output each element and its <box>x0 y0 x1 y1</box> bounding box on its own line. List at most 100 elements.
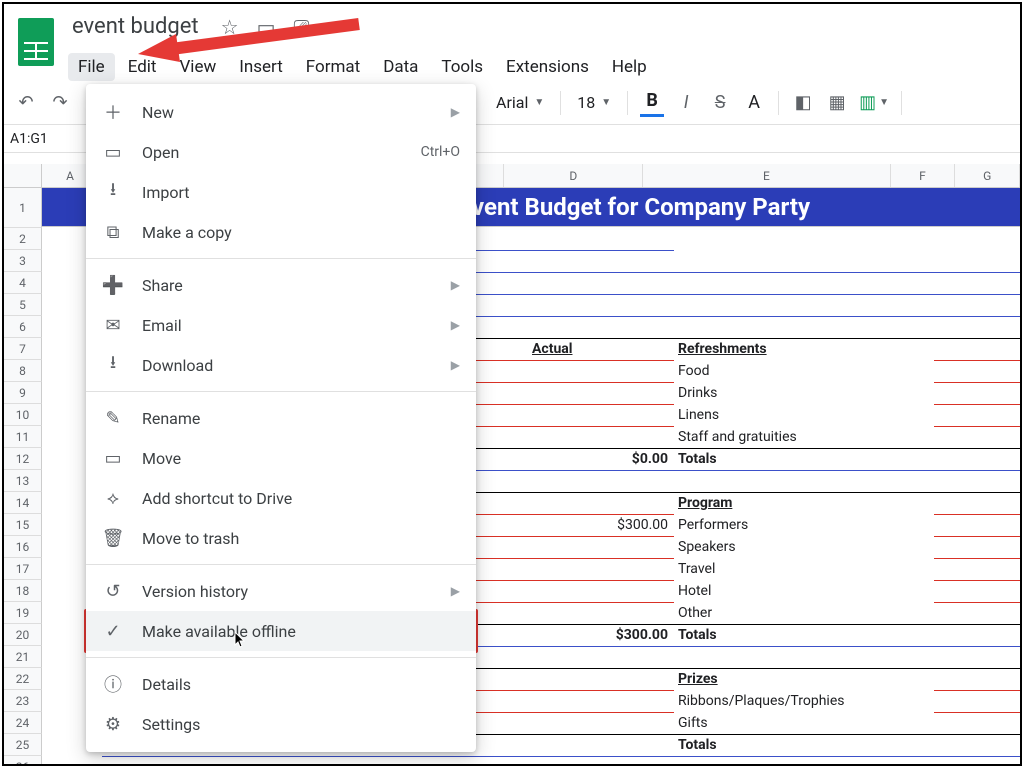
file-menu-settings[interactable]: ⚙Settings <box>86 704 476 744</box>
cell-E7[interactable]: Refreshments <box>674 338 934 360</box>
file-menu-details[interactable]: ⓘDetails <box>86 664 476 704</box>
row-header-19[interactable]: 19 <box>4 602 42 624</box>
row-header-16[interactable]: 16 <box>4 536 42 558</box>
cell-E25[interactable]: Totals <box>674 734 934 756</box>
sheets-logo-icon[interactable] <box>18 18 54 66</box>
cell-E23[interactable]: Ribbons/Plaques/Trophies <box>674 690 934 712</box>
row-header-21[interactable]: 21 <box>4 646 42 668</box>
col-header-F[interactable]: F <box>891 164 956 187</box>
row-header-13[interactable]: 13 <box>4 470 42 492</box>
menu-item-label: Move to trash <box>142 529 239 548</box>
row-header-20[interactable]: 20 <box>4 624 42 646</box>
row-header-15[interactable]: 15 <box>4 514 42 536</box>
row-header-8[interactable]: 8 <box>4 360 42 382</box>
cell-E22[interactable]: Prizes <box>674 668 934 690</box>
submenu-arrow-icon: ▶ <box>451 278 460 292</box>
row-header-14[interactable]: 14 <box>4 492 42 514</box>
file-menu-make-available-offline[interactable]: ✓Make available offline <box>86 611 476 651</box>
row-header-23[interactable]: 23 <box>4 690 42 712</box>
move-folder-icon[interactable]: ▭ <box>257 15 276 39</box>
file-menu-make-a-copy[interactable]: ⧉Make a copy <box>86 212 476 252</box>
cell-D15[interactable]: $300.00 <box>528 514 674 536</box>
cell-D20[interactable]: $300.00 <box>528 624 674 646</box>
file-menu-add-shortcut-to-drive[interactable]: ⟡Add shortcut to Drive <box>86 478 476 518</box>
font-picker[interactable]: Arial▼ <box>492 93 548 112</box>
undo-button[interactable]: ↶ <box>14 89 38 117</box>
row-header-3[interactable]: 3 <box>4 250 42 272</box>
menu-insert[interactable]: Insert <box>229 53 293 81</box>
file-menu-download[interactable]: ⭳Download▶ <box>86 345 476 385</box>
name-box[interactable] <box>4 129 76 149</box>
cell-E18[interactable]: Hotel <box>674 580 934 602</box>
row-header-10[interactable]: 10 <box>4 404 42 426</box>
col-header-G[interactable]: G <box>955 164 1020 187</box>
file-menu-open[interactable]: ▭OpenCtrl+O <box>86 132 476 172</box>
star-icon[interactable]: ☆ <box>221 15 239 39</box>
bold-button[interactable]: B <box>640 89 664 117</box>
menu-item-label: Download <box>142 356 213 375</box>
merge-button[interactable]: ▥▼ <box>859 89 889 117</box>
menu-item-label: Email <box>142 316 182 335</box>
fill-color-button[interactable]: ◧ <box>791 89 815 117</box>
select-all-corner[interactable] <box>4 164 42 188</box>
redo-button[interactable]: ↷ <box>48 89 72 117</box>
doc-title[interactable]: event budget <box>68 12 203 41</box>
row-header-5[interactable]: 5 <box>4 294 42 316</box>
file-menu-rename[interactable]: ✎Rename <box>86 398 476 438</box>
row-header-7[interactable]: 7 <box>4 338 42 360</box>
menu-edit[interactable]: Edit <box>118 53 167 81</box>
row-header-11[interactable]: 11 <box>4 426 42 448</box>
borders-button[interactable]: ▦ <box>825 89 849 117</box>
row-headers[interactable]: 1234567891011121314151617181920212223242… <box>4 188 42 766</box>
cell-E20[interactable]: Totals <box>674 624 934 646</box>
cell-E15[interactable]: Performers <box>674 514 934 536</box>
cell-E11[interactable]: Staff and gratuities <box>674 426 934 448</box>
row-header-26[interactable]: 26 <box>4 756 42 766</box>
col-header-E[interactable]: E <box>643 164 890 187</box>
file-menu-share[interactable]: ➕Share▶ <box>86 265 476 305</box>
row-header-2[interactable]: 2 <box>4 228 42 250</box>
cell-E12[interactable]: Totals <box>674 448 934 470</box>
menu-format[interactable]: Format <box>296 53 370 81</box>
strike-button[interactable]: S <box>708 89 732 117</box>
file-menu-move[interactable]: ▭Move <box>86 438 476 478</box>
file-menu-move-to-trash[interactable]: 🗑Move to trash <box>86 518 476 558</box>
submenu-arrow-icon: ▶ <box>451 584 460 598</box>
italic-button[interactable]: I <box>674 89 698 117</box>
menu-help[interactable]: Help <box>602 53 657 81</box>
file-menu-new[interactable]: ＋New▶ <box>86 92 476 132</box>
row-header-6[interactable]: 6 <box>4 316 42 338</box>
menu-view[interactable]: View <box>169 53 226 81</box>
cell-E9[interactable]: Drinks <box>674 382 934 404</box>
cell-E24[interactable]: Gifts <box>674 712 934 734</box>
file-menu-version-history[interactable]: ↺Version history▶ <box>86 571 476 611</box>
menu-tools[interactable]: Tools <box>431 53 493 81</box>
row-header-4[interactable]: 4 <box>4 272 42 294</box>
cell-E16[interactable]: Speakers <box>674 536 934 558</box>
cell-D12[interactable]: $0.00 <box>528 448 674 470</box>
row-header-9[interactable]: 9 <box>4 382 42 404</box>
cell-E8[interactable]: Food <box>674 360 934 382</box>
text-color-button[interactable]: A <box>742 89 766 117</box>
cloud-status-icon: ⎚ <box>293 15 309 39</box>
row-header-25[interactable]: 25 <box>4 734 42 756</box>
file-menu-import[interactable]: ⭳Import <box>86 172 476 212</box>
row-header-18[interactable]: 18 <box>4 580 42 602</box>
row-header-17[interactable]: 17 <box>4 558 42 580</box>
menu-extensions[interactable]: Extensions <box>496 53 599 81</box>
row-header-12[interactable]: 12 <box>4 448 42 470</box>
row-header-1[interactable]: 1 <box>4 188 42 228</box>
cell-E14[interactable]: Program <box>674 492 934 514</box>
col-header-D[interactable]: D <box>504 164 643 187</box>
cell-E19[interactable]: Other <box>674 602 934 624</box>
row-header-24[interactable]: 24 <box>4 712 42 734</box>
cell-D7[interactable]: Actual <box>528 338 674 360</box>
cell-E17[interactable]: Travel <box>674 558 934 580</box>
cell-E10[interactable]: Linens <box>674 404 934 426</box>
submenu-arrow-icon: ▶ <box>451 105 460 119</box>
menu-data[interactable]: Data <box>373 53 428 81</box>
font-size-picker[interactable]: 18▼ <box>573 93 615 112</box>
menu-file[interactable]: File <box>68 53 115 81</box>
row-header-22[interactable]: 22 <box>4 668 42 690</box>
file-menu-email[interactable]: ✉Email▶ <box>86 305 476 345</box>
